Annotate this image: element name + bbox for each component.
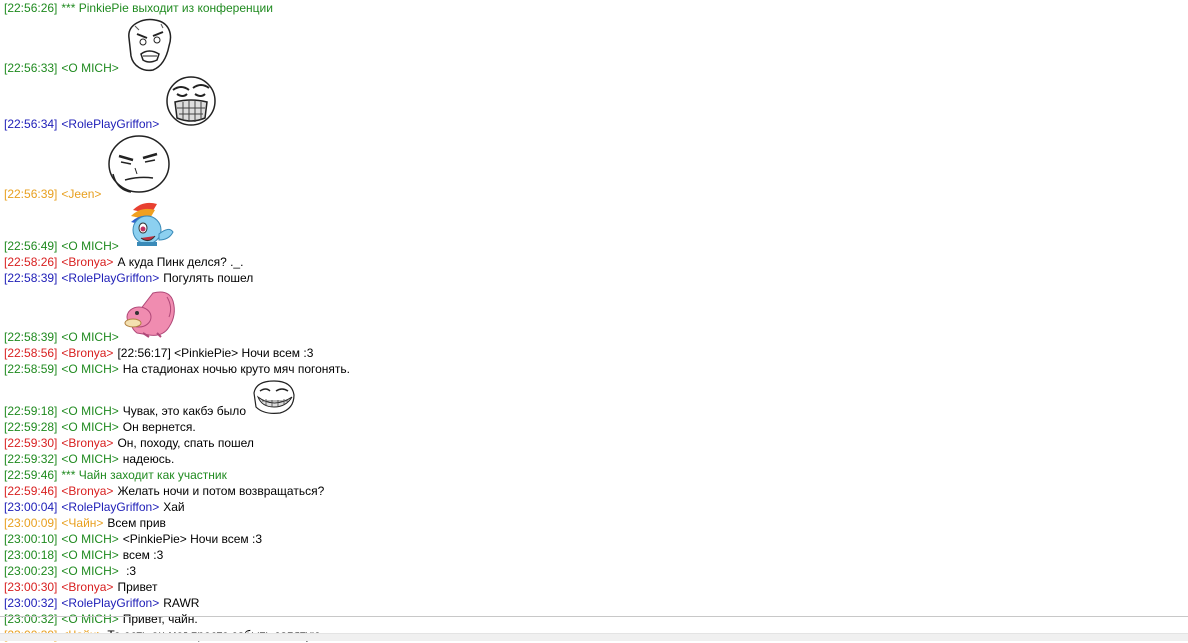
message-text: Хай xyxy=(163,500,185,514)
nickname[interactable]: <O MICH> xyxy=(61,451,118,467)
timestamp: [23:00:09] xyxy=(4,516,58,530)
nickname[interactable]: <O MICH> xyxy=(61,403,118,419)
nickname[interactable]: <O MICH> xyxy=(61,531,118,547)
message-text: Чувак, это какбэ было xyxy=(122,404,247,418)
message-text: надеюсь. xyxy=(122,452,175,466)
timestamp: [23:00:10] xyxy=(4,532,58,546)
message-text: <PinkiePie> Ночи всем :3 xyxy=(122,532,262,546)
chat-line: [22:59:18] <O MICH> Чувак, это какбэ был… xyxy=(4,377,1184,419)
chat-line: [22:59:32] <O MICH> надеюсь. xyxy=(4,451,1184,467)
chat-line: [22:56:33] <O MICH> xyxy=(4,16,1184,76)
timestamp: [22:58:59] xyxy=(4,362,58,376)
chat-line: [22:56:49] <O MICH> xyxy=(4,202,1184,254)
timestamp: [22:59:28] xyxy=(4,420,58,434)
chat-line: [22:58:56] <Bronya> [22:56:17] <PinkiePi… xyxy=(4,345,1184,361)
chat-line: [22:59:28] <O MICH> Он вернется. xyxy=(4,419,1184,435)
timestamp: [22:58:39] xyxy=(4,330,58,344)
chat-line: [22:58:26] <Bronya> А куда Пинк делся? .… xyxy=(4,254,1184,270)
nickname[interactable]: <O MICH> xyxy=(61,611,118,627)
chat-log: [22:56:26] *** PinkiePie выходит из конф… xyxy=(4,0,1184,643)
nickname[interactable]: <Bronya> xyxy=(61,579,113,595)
trollface-icon xyxy=(250,379,296,419)
timestamp: [22:56:39] xyxy=(4,187,58,201)
nickname[interactable]: <Bronya> xyxy=(61,254,113,270)
nickname[interactable]: <O MICH> xyxy=(61,419,118,435)
chat-line: [23:00:04] <RolePlayGriffon> Хай xyxy=(4,499,1184,515)
rage-face-icon xyxy=(123,16,175,76)
slowpoke-icon xyxy=(123,287,179,345)
timestamp: [22:59:46] xyxy=(4,484,58,498)
nickname[interactable]: <RolePlayGriffon> xyxy=(61,270,159,286)
message-text: На стадионах ночью круто мяч погонять. xyxy=(122,362,351,376)
nickname[interactable]: <O MICH> xyxy=(61,329,118,345)
nickname[interactable]: <Bronya> xyxy=(61,435,113,451)
timestamp: [22:58:56] xyxy=(4,346,58,360)
timestamp: [22:59:32] xyxy=(4,452,58,466)
chat-line: [22:56:39] <Jeen> xyxy=(4,132,1184,202)
timestamp: [22:58:39] xyxy=(4,271,58,285)
timestamp: [22:56:26] xyxy=(4,1,58,15)
nickname[interactable]: <Jeen> xyxy=(61,186,101,202)
timestamp: [22:56:49] xyxy=(4,239,58,253)
message-text: Привет, чайн. xyxy=(122,612,198,626)
chat-line: [22:59:46] *** Чайн заходит как участник xyxy=(4,467,1184,483)
nickname[interactable]: <Bronya> xyxy=(61,483,113,499)
timestamp: [22:59:30] xyxy=(4,436,58,450)
message-text: Он, походу, спать пошел xyxy=(117,436,254,450)
system-message: *** PinkiePie выходит из конференции xyxy=(61,1,273,15)
chat-line: [22:56:34] <RolePlayGriffon> xyxy=(4,76,1184,132)
nickname[interactable]: <O MICH> xyxy=(61,238,118,254)
nickname[interactable]: <RolePlayGriffon> xyxy=(61,595,159,611)
nickname[interactable]: <O MICH> xyxy=(61,563,118,579)
nickname[interactable]: <Чайн> xyxy=(61,515,103,531)
chat-line: [23:00:18] <O MICH> всем :3 xyxy=(4,547,1184,563)
message-text: А куда Пинк делся? ._. xyxy=(117,255,244,269)
timestamp: [23:00:32] xyxy=(4,596,58,610)
chat-line: [23:00:30] <Bronya> Привет xyxy=(4,579,1184,595)
chat-line: [23:00:10] <O MICH> <PinkiePie> Ночи все… xyxy=(4,531,1184,547)
message-text: [22:56:17] <PinkiePie> Ночи всем :3 xyxy=(117,346,314,360)
rainbow-dash-pony-icon xyxy=(123,200,179,254)
message-text: Привет xyxy=(117,580,158,594)
timestamp: [22:59:18] xyxy=(4,404,58,418)
chat-line: [23:00:23] <O MICH> :3 xyxy=(4,563,1184,579)
timestamp: [23:00:23] xyxy=(4,564,58,578)
are-you-serious-face-icon xyxy=(105,134,171,202)
message-text: Погулять пошел xyxy=(163,271,254,285)
timestamp: [23:00:18] xyxy=(4,548,58,562)
timestamp: [23:00:04] xyxy=(4,500,58,514)
chat-line: [23:00:09] <Чайн> Всем прив xyxy=(4,515,1184,531)
chat-line: [22:56:26] *** PinkiePie выходит из конф… xyxy=(4,0,1184,16)
nickname[interactable]: <Bronya> xyxy=(61,345,113,361)
message-text: RAWR xyxy=(163,596,200,610)
chat-line: [22:58:39] <O MICH> xyxy=(4,286,1184,345)
nickname[interactable]: <O MICH> xyxy=(61,361,118,377)
timestamp: [22:58:26] xyxy=(4,255,58,269)
chat-line: [22:58:39] <RolePlayGriffon> Погулять по… xyxy=(4,270,1184,286)
chat-line: [22:58:59] <O MICH> На стадионах ночью к… xyxy=(4,361,1184,377)
chat-line: [23:00:32] <O MICH> Привет, чайн. xyxy=(4,611,1184,627)
nickname[interactable]: <RolePlayGriffon> xyxy=(61,116,159,132)
message-text: Желать ночи и потом возвращаться? xyxy=(117,484,325,498)
nickname[interactable]: <O MICH> xyxy=(61,547,118,563)
message-text: Всем прив xyxy=(107,516,166,530)
timestamp: [22:59:46] xyxy=(4,468,58,482)
message-text: :3 xyxy=(122,564,137,578)
timestamp: [23:00:30] xyxy=(4,580,58,594)
timestamp: [23:00:32] xyxy=(4,612,58,626)
nickname[interactable]: <RolePlayGriffon> xyxy=(61,499,159,515)
chat-line: [22:59:30] <Bronya> Он, походу, спать по… xyxy=(4,435,1184,451)
chat-line: [23:00:32] <RolePlayGriffon> RAWR xyxy=(4,595,1184,611)
nickname[interactable]: <O MICH> xyxy=(61,60,118,76)
message-text: Он вернется. xyxy=(122,420,196,434)
timestamp: [22:56:33] xyxy=(4,61,58,75)
message-text: всем :3 xyxy=(122,548,164,562)
log-divider xyxy=(0,616,1188,617)
system-message: *** Чайн заходит как участник xyxy=(61,468,227,482)
chat-line: [22:59:46] <Bronya> Желать ночи и потом … xyxy=(4,483,1184,499)
laughing-face-icon xyxy=(163,74,219,132)
timestamp: [22:56:34] xyxy=(4,117,58,131)
